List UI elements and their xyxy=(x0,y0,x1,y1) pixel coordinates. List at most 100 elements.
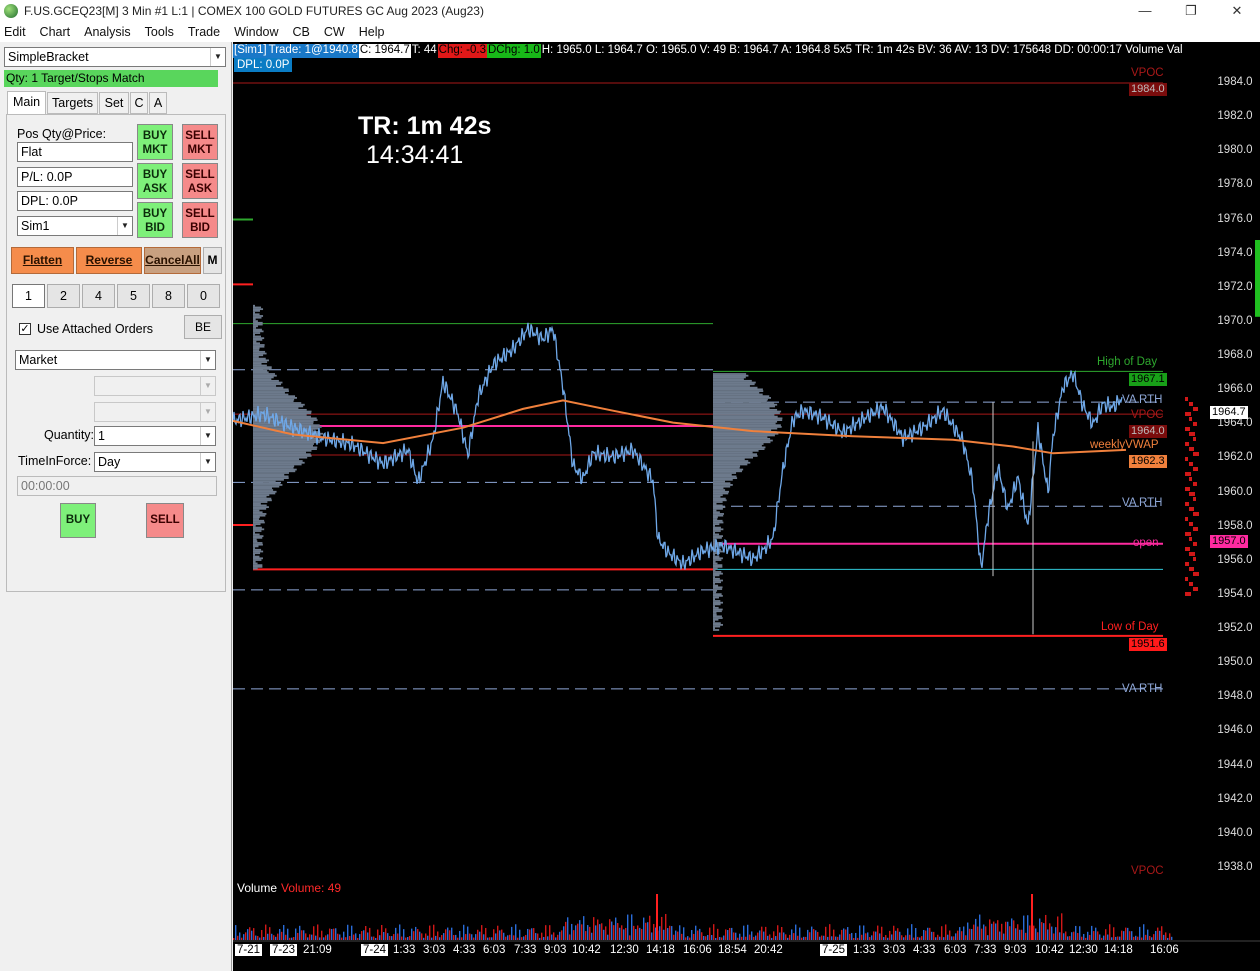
profile-bar xyxy=(713,497,726,500)
volume-bar xyxy=(913,937,915,940)
volume-bar xyxy=(1133,936,1135,940)
strategy-select[interactable]: SimpleBracket ▼ xyxy=(4,47,226,67)
menu-cw[interactable]: CW xyxy=(317,25,352,39)
chart-area[interactable]: [Sim1] Trade: 1@1940.8 C: 1964.7 T: 44 C… xyxy=(233,42,1260,971)
sell-bid-button[interactable]: SELL BID xyxy=(182,202,218,238)
volume-bar xyxy=(437,931,439,940)
volume-bar xyxy=(889,930,891,940)
menu-cb[interactable]: CB xyxy=(286,25,317,39)
price-1-select[interactable]: ▼ xyxy=(94,376,216,396)
menu-window[interactable]: Window xyxy=(227,25,285,39)
volume-bar xyxy=(307,937,309,940)
profile-bar xyxy=(253,477,289,480)
time-tick-label: 4:33 xyxy=(453,944,476,956)
vpoc-mid-price: 1964.0 xyxy=(1129,425,1167,438)
close-button[interactable]: ✕ xyxy=(1214,0,1260,22)
volume-bar xyxy=(1027,915,1029,940)
volume-bar xyxy=(939,936,941,940)
volume-bar xyxy=(801,937,803,940)
volume-bar xyxy=(617,923,619,940)
qty-preset-1[interactable]: 1 xyxy=(12,284,45,308)
buy-ask-button[interactable]: BUY ASK xyxy=(137,163,173,199)
volume-bar xyxy=(1117,936,1119,940)
time-tick-label: 7-25 xyxy=(820,944,848,956)
qty-preset-8[interactable]: 8 xyxy=(152,284,185,308)
tab-set[interactable]: Set xyxy=(99,92,129,114)
profile-bar xyxy=(253,478,284,481)
breakeven-button[interactable]: BE xyxy=(184,315,222,339)
menu-analysis[interactable]: Analysis xyxy=(77,25,138,39)
volume-bar xyxy=(341,937,343,940)
profile-bar xyxy=(713,381,756,384)
menu-tools[interactable]: Tools xyxy=(138,25,181,39)
profile-bar xyxy=(253,381,283,384)
volume-bar xyxy=(245,932,247,940)
sell-ask-button[interactable]: SELL ASK xyxy=(182,163,218,199)
quantity-select[interactable]: 1 ▼ xyxy=(94,426,216,446)
volume-bar xyxy=(1025,932,1027,940)
dom-bar xyxy=(1189,402,1193,406)
volume-bar xyxy=(361,931,363,940)
volume-bar xyxy=(871,935,873,940)
price-line-series xyxy=(233,322,1123,570)
profile-bar xyxy=(253,361,268,363)
volume-bar xyxy=(1051,926,1053,940)
profile-bar xyxy=(713,494,723,497)
buy-market-button[interactable]: BUY MKT xyxy=(137,124,173,160)
menu-trade[interactable]: Trade xyxy=(181,25,227,39)
dom-bar xyxy=(1189,537,1192,541)
profile-bar xyxy=(253,526,262,529)
menu-help[interactable]: Help xyxy=(352,25,392,39)
price-tick-label: 1940.0 xyxy=(1217,826,1253,839)
volume-bar xyxy=(1055,927,1057,940)
volume-bar xyxy=(959,927,961,940)
volume-bar xyxy=(465,934,467,940)
volume-bar xyxy=(1033,925,1035,940)
volume-bar xyxy=(635,929,637,940)
profile-bar xyxy=(253,393,289,396)
restore-button[interactable]: ❐ xyxy=(1168,0,1214,22)
profile-bar xyxy=(713,528,724,531)
tab-a[interactable]: A xyxy=(149,92,167,114)
time-field[interactable]: 00:00:00 xyxy=(17,476,217,496)
volume-bar xyxy=(723,935,725,940)
qty-preset-0[interactable]: 0 xyxy=(187,284,220,308)
profile-bar xyxy=(253,441,321,444)
sell-button[interactable]: SELL xyxy=(146,503,184,538)
qty-preset-5[interactable]: 5 xyxy=(117,284,150,308)
profile-bar xyxy=(253,463,302,466)
tif-select[interactable]: Day ▼ xyxy=(94,452,216,472)
order-type-select[interactable]: Market ▼ xyxy=(15,350,216,370)
volume-bar xyxy=(527,928,529,940)
tab-main[interactable]: Main xyxy=(7,91,46,115)
use-attached-orders-checkbox[interactable]: ✓ xyxy=(19,323,31,335)
menu-edit[interactable]: Edit xyxy=(0,25,33,39)
volume-bar xyxy=(957,930,959,940)
buy-button[interactable]: BUY xyxy=(60,503,96,538)
account-select[interactable]: Sim1 ▼ xyxy=(17,216,133,236)
reverse-button[interactable]: Reverse xyxy=(76,247,142,274)
tab-targets[interactable]: Targets xyxy=(47,92,98,114)
profile-bar xyxy=(713,376,746,379)
flatten-button[interactable]: Flatten xyxy=(11,247,74,274)
price-2-select[interactable]: ▼ xyxy=(94,402,216,422)
price-chart-canvas[interactable] xyxy=(233,42,1260,971)
buy-market-label: BUY MKT xyxy=(142,130,168,156)
volume-bar xyxy=(867,932,869,940)
profile-bar xyxy=(713,407,770,410)
profile-bar xyxy=(253,357,266,360)
m-button[interactable]: M xyxy=(203,247,222,274)
volume-bar xyxy=(923,929,925,940)
buy-bid-button[interactable]: BUY BID xyxy=(137,202,173,238)
tab-c[interactable]: C xyxy=(130,92,148,114)
minimize-button[interactable]: — xyxy=(1122,0,1168,22)
menu-chart[interactable]: Chart xyxy=(33,25,78,39)
profile-bar xyxy=(713,499,727,502)
cancel-all-button[interactable]: CancelAll xyxy=(144,247,201,274)
volume-bar xyxy=(659,926,661,940)
qty-preset-4[interactable]: 4 xyxy=(82,284,115,308)
time-tick-label: 3:03 xyxy=(423,944,446,956)
qty-preset-2[interactable]: 2 xyxy=(47,284,80,308)
volume-bar xyxy=(839,934,841,940)
sell-market-button[interactable]: SELL MKT xyxy=(182,124,218,160)
